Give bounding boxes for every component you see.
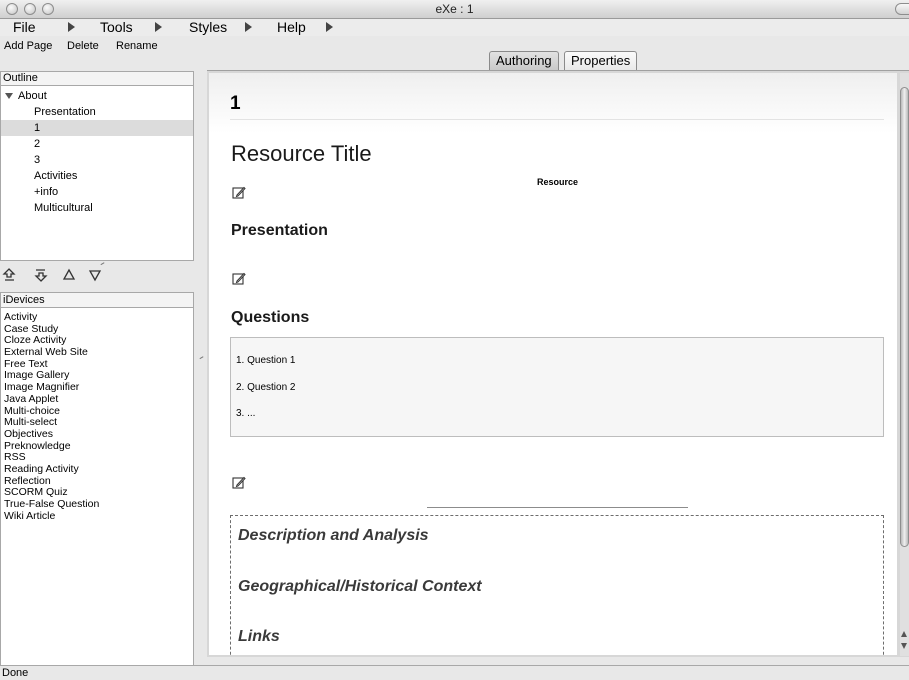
description-analysis-heading: Description and Analysis xyxy=(238,527,429,544)
promote-icon[interactable] xyxy=(2,268,16,282)
demote-icon[interactable] xyxy=(34,268,48,282)
idevices-header: iDevices xyxy=(0,292,194,308)
page-title: 1 xyxy=(230,93,241,114)
menu-file[interactable]: File xyxy=(13,19,36,36)
section-divider xyxy=(427,507,688,508)
geo-historical-heading: Geographical/Historical Context xyxy=(238,578,482,595)
page-header: 1 xyxy=(209,73,897,133)
expand-triangle-icon[interactable] xyxy=(5,93,13,99)
idevice-item[interactable]: Wiki Article xyxy=(1,510,193,523)
links-heading: Links xyxy=(238,628,280,645)
outline-item-label: Activities xyxy=(34,170,78,182)
edit-icon[interactable] xyxy=(232,476,246,489)
idevice-item[interactable]: True-False Question xyxy=(1,498,193,511)
question-item: 1. Question 1 xyxy=(236,355,296,366)
outline-item-multicultural[interactable]: Multicultural xyxy=(1,200,193,216)
menu-file-arrow-icon xyxy=(68,22,75,32)
idevice-item[interactable]: Objectives xyxy=(1,428,193,441)
outline-item-label: +info xyxy=(34,186,59,198)
idevice-item[interactable]: Activity xyxy=(1,311,193,324)
menu-help-arrow-icon xyxy=(326,22,333,32)
idevice-item[interactable]: Reading Activity xyxy=(1,463,193,476)
left-panel: Add Page Delete Rename Outline About Pre… xyxy=(0,36,198,666)
header-divider xyxy=(230,119,884,120)
status-bar: Done xyxy=(0,665,909,680)
idevice-item[interactable]: Java Applet xyxy=(1,393,193,406)
menu-styles[interactable]: Styles xyxy=(189,19,227,36)
authoring-content: 1 Resource Title Resource Presentation Q… xyxy=(209,73,897,655)
idevice-item[interactable]: External Web Site xyxy=(1,346,193,359)
analysis-box: Description and Analysis Geographical/Hi… xyxy=(230,515,884,655)
outline-item-2[interactable]: 2 xyxy=(1,136,193,152)
menu-tools-arrow-icon xyxy=(155,22,162,32)
tab-authoring[interactable]: Authoring xyxy=(489,51,559,70)
scroll-up-arrow-icon[interactable] xyxy=(901,631,907,637)
questions-heading: Questions xyxy=(231,309,310,326)
outline-item-label: Multicultural xyxy=(34,202,93,214)
move-up-icon[interactable] xyxy=(62,268,76,282)
toolbar-toggle-button[interactable] xyxy=(895,3,909,15)
window-title: eXe : 1 xyxy=(435,2,474,16)
questions-box: 1. Question 1 2. Question 2 3. ... xyxy=(230,337,884,437)
vertical-scrollbar[interactable] xyxy=(900,73,909,656)
question-item: 2. Question 2 xyxy=(236,382,296,393)
add-page-button[interactable]: Add Page xyxy=(4,39,52,53)
outline-item-label: About xyxy=(18,90,47,102)
menu-bar: File Tools Styles Help xyxy=(0,19,909,36)
outline-item-1[interactable]: 1 xyxy=(1,120,193,136)
resource-title: Resource Title xyxy=(231,141,372,166)
outline-item-presentation[interactable]: Presentation xyxy=(1,104,193,120)
menu-tools[interactable]: Tools xyxy=(100,19,133,36)
outline-tree[interactable]: About Presentation 1 2 3 Activities +inf… xyxy=(0,86,194,261)
outline-header: Outline xyxy=(0,71,194,86)
outline-toolbar: Add Page Delete Rename xyxy=(0,36,198,68)
idevices-list[interactable]: Activity Case Study Cloze Activity Exter… xyxy=(0,308,194,666)
menu-help[interactable]: Help xyxy=(277,19,306,36)
window-title-bar: eXe : 1 xyxy=(0,0,909,19)
outline-item-about[interactable]: About xyxy=(1,88,193,104)
question-item: 3. ... xyxy=(236,408,256,419)
outline-item-label: 1 xyxy=(34,122,41,134)
authoring-frame: 1 Resource Title Resource Presentation Q… xyxy=(207,70,909,657)
delete-page-button[interactable]: Delete xyxy=(67,39,99,53)
scroll-down-arrow-icon[interactable] xyxy=(901,643,907,649)
move-down-icon[interactable] xyxy=(88,268,102,282)
outline-item-activities[interactable]: Activities xyxy=(1,168,193,184)
outline-item-label: Presentation xyxy=(34,106,96,118)
outline-item-3[interactable]: 3 xyxy=(1,152,193,168)
outline-move-buttons xyxy=(0,266,194,286)
menu-styles-arrow-icon xyxy=(245,22,252,32)
presentation-heading: Presentation xyxy=(231,222,328,239)
scrollbar-thumb[interactable] xyxy=(900,87,909,547)
panel-splitter-handle[interactable] xyxy=(199,356,205,361)
outline-item-label: 3 xyxy=(34,154,41,166)
edit-icon[interactable] xyxy=(232,186,246,199)
outline-item-info[interactable]: +info xyxy=(1,184,193,200)
tab-bar: Authoring Properties xyxy=(205,49,909,70)
outline-item-label: 2 xyxy=(34,138,41,150)
resource-label: Resource xyxy=(537,177,579,187)
edit-icon[interactable] xyxy=(232,272,246,285)
idevice-item[interactable]: Preknowledge xyxy=(1,440,193,453)
rename-page-button[interactable]: Rename xyxy=(116,39,158,53)
tab-properties[interactable]: Properties xyxy=(564,51,638,70)
